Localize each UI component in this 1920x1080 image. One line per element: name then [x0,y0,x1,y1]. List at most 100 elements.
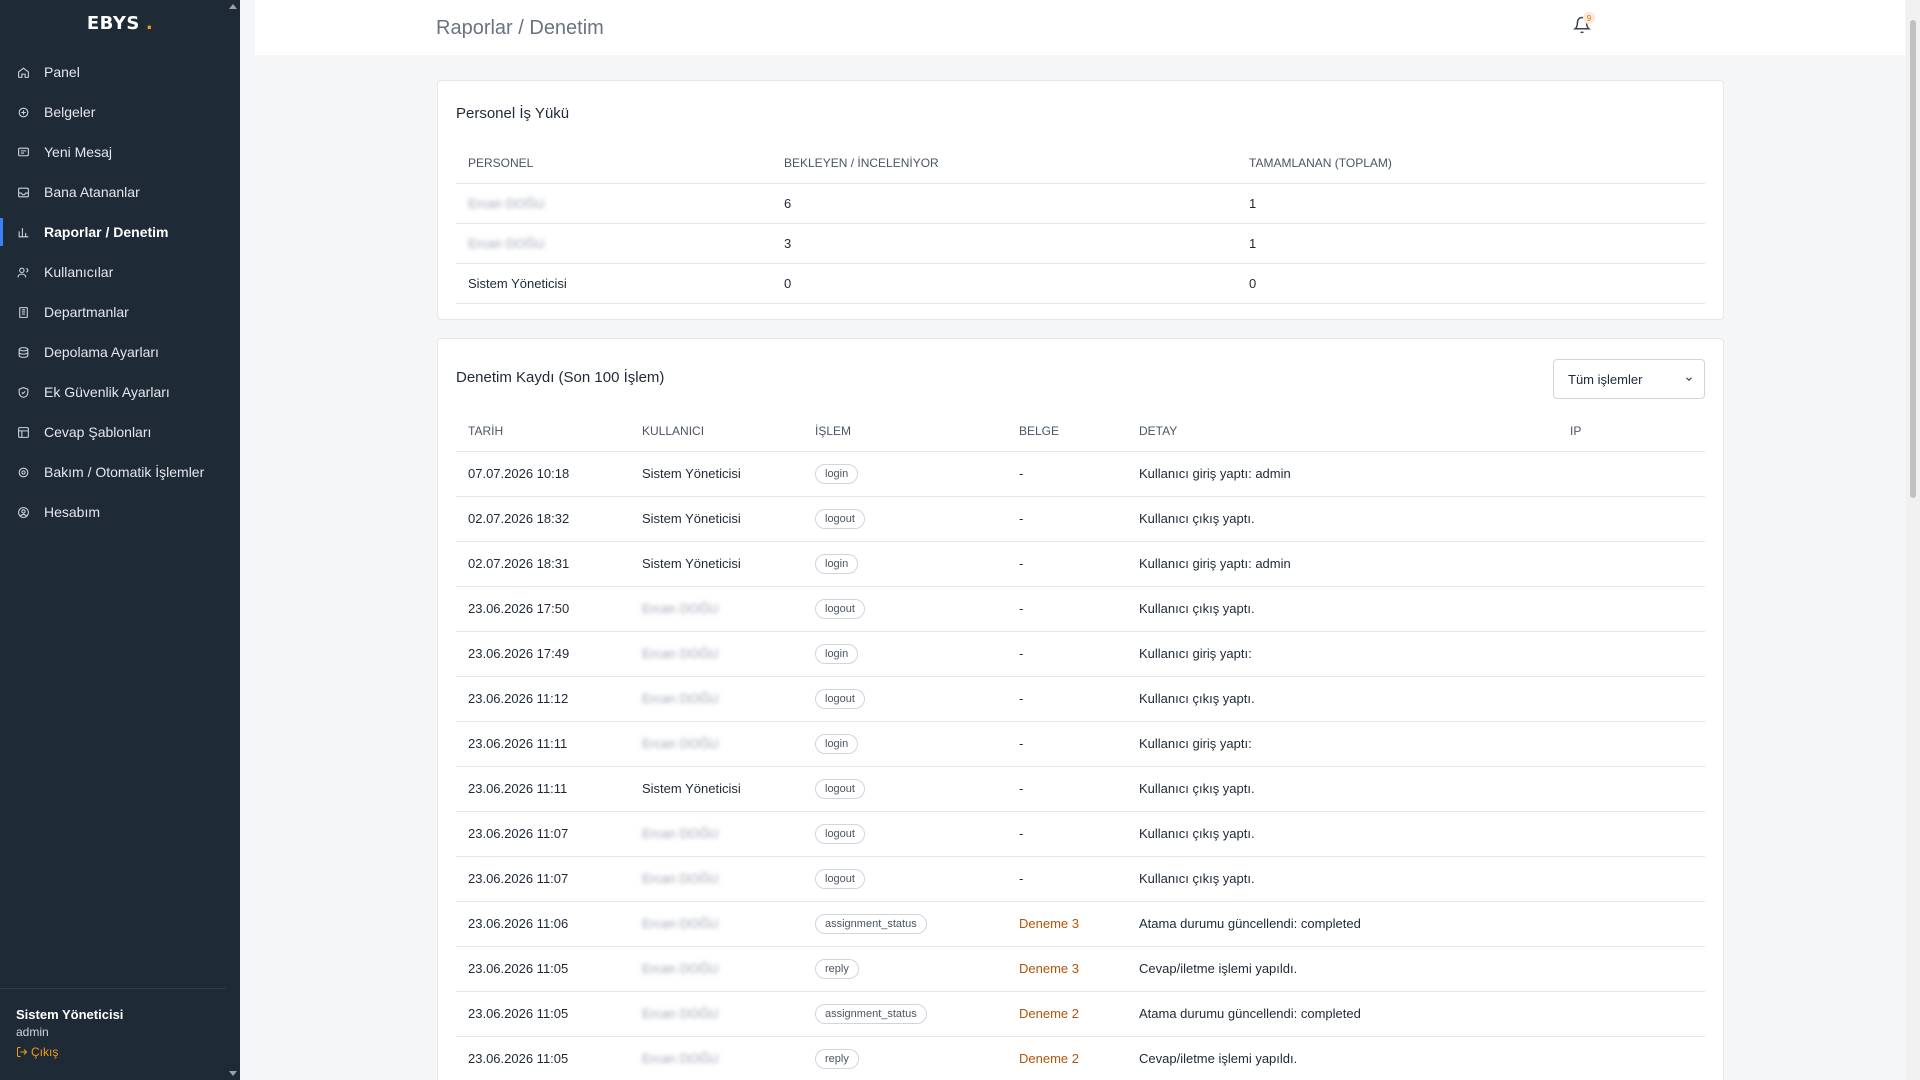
scroll-down-arrow-icon[interactable] [229,1071,237,1076]
audit-action-cell: assignment_status [803,991,1007,1037]
sidebar-item-hesabım[interactable]: Hesabım [0,492,240,532]
workload-personnel: Sistem Yöneticisi [456,263,772,304]
audit-action-cell: assignment_status [803,901,1007,947]
action-badge: login [815,553,859,574]
workload-pending: 0 [772,263,1237,304]
audit-user: Ercan DOĞU [642,736,719,751]
workload-row: Sistem Yöneticisi 0 0 [456,263,1705,304]
audit-row: 23.06.2026 11:07 Ercan DOĞU logout - Kullanı… [456,856,1705,902]
sidebar-item-departmanlar[interactable]: Departmanlar [0,292,240,332]
scroll-up-arrow-icon[interactable] [229,4,237,9]
inbox-icon [16,185,30,199]
sidebar-item-bana-atananlar[interactable]: Bana Atananlar [0,172,240,212]
sidebar-item-depolama-ayarları[interactable]: Depolama Ayarları [0,332,240,372]
notification-badge: 9 [1583,12,1595,24]
document-link[interactable]: Deneme 2 [1019,1051,1079,1066]
logout-link[interactable]: Çıkış [16,1045,210,1059]
workload-pending: 6 [772,183,1237,224]
sidebar-item-cevap-şablonları[interactable]: Cevap Şablonları [0,412,240,452]
audit-action-cell: login [803,631,1007,677]
action-badge: logout [815,598,865,619]
audit-action-cell: reply [803,1036,1007,1080]
audit-document-cell: Deneme 2 [1007,991,1127,1037]
sidebar-item-kullanıcılar[interactable]: Kullanıcılar [0,252,240,292]
audit-document-cell: - [1007,496,1127,542]
audit-row: 23.06.2026 11:05 Ercan DOĞU assignment_sta… [456,991,1705,1037]
action-badge: logout [815,508,865,529]
audit-action-cell: reply [803,946,1007,992]
audit-user: Sistem Yöneticisi [642,781,741,796]
workload-personnel: Ercan DOĞU [456,183,772,224]
sidebar-item-bakım-otomatik-i-şlemler[interactable]: Bakım / Otomatik İşlemler [0,452,240,492]
audit-date: 23.06.2026 11:07 [456,811,630,857]
audit-row: 23.06.2026 11:07 Ercan DOĞU logout - Kullanı… [456,811,1705,857]
brand-logo[interactable]: EBYS. [0,0,240,46]
notifications-button[interactable]: 9 [1572,12,1595,38]
action-badge: login [815,463,859,484]
audit-user: Sistem Yöneticisi [642,511,741,526]
audit-user: Sistem Yöneticisi [642,466,741,481]
main-scrollbar[interactable] [1906,0,1920,1080]
audit-ip [1558,631,1705,677]
document-link[interactable]: Deneme 3 [1019,916,1079,931]
action-badge: login [815,643,859,664]
action-badge: reply [815,958,859,979]
col-document: BELGE [1007,411,1127,452]
audit-detail: Kullanıcı çıkış yaptı. [1127,496,1558,542]
sidebar-item-belgeler[interactable]: Belgeler [0,92,240,132]
audit-date: 23.06.2026 11:05 [456,946,630,992]
audit-user: Sistem Yöneticisi [642,556,741,571]
personnel-name: Sistem Yöneticisi [468,275,567,291]
audit-user-cell: Ercan DOĞU [630,586,803,632]
audit-user: Ercan DOĞU [642,871,719,886]
audit-user: Ercan DOĞU [642,826,719,841]
audit-user-cell: Ercan DOĞU [630,856,803,902]
document-value: - [1019,826,1024,841]
audit-row: 23.06.2026 11:05 Ercan DOĞU reply Deneme 3 C… [456,946,1705,992]
workload-header-row: PERSONEL BEKLEYEN / İNCELENİYOR TAMAMLAN… [456,143,1705,184]
audit-document-cell: - [1007,451,1127,497]
audit-document-cell: Deneme 3 [1007,901,1127,947]
audit-row: 23.06.2026 11:06 Ercan DOĞU assignment_sta… [456,901,1705,947]
audit-detail: Atama durumu güncellendi: completed [1127,991,1558,1037]
personnel-name: Ercan DOĞU [468,235,545,251]
main-scrollbar-thumb[interactable] [1910,20,1916,498]
audit-document-cell: - [1007,721,1127,767]
sidebar-item-yeni-mesaj[interactable]: Yeni Mesaj [0,132,240,172]
audit-ip [1558,811,1705,857]
sidebar-item-raporlar-denetim[interactable]: Raporlar / Denetim [0,212,240,252]
audit-user-cell: Sistem Yöneticisi [630,541,803,587]
sidebar-item-panel[interactable]: Panel [0,52,240,92]
audit-detail: Kullanıcı çıkış yaptı. [1127,811,1558,857]
audit-date: 02.07.2026 18:32 [456,496,630,542]
audit-user: Ercan DOĞU [642,646,719,661]
audit-detail: Kullanıcı çıkış yaptı. [1127,856,1558,902]
audit-ip [1558,721,1705,767]
document-value: - [1019,556,1024,571]
document-link[interactable]: Deneme 2 [1019,1006,1079,1021]
col-user: KULLANICI [630,411,803,452]
audit-user-cell: Ercan DOĞU [630,901,803,947]
sidebar-item-label: Panel [44,64,80,80]
sidebar-item-label: Raporlar / Denetim [44,224,169,240]
action-badge: logout [815,868,865,889]
workload-table: PERSONEL BEKLEYEN / İNCELENİYOR TAMAMLAN… [456,143,1705,304]
building-icon [16,305,30,319]
audit-table: TARİH KULLANICI İŞLEM BELGE DETAY IP 07.… [456,411,1705,1080]
audit-row: 23.06.2026 11:05 Ercan DOĞU reply Deneme 2 C… [456,1036,1705,1080]
audit-ip [1558,676,1705,722]
sidebar-item-ek-güvenlik-ayarları[interactable]: Ek Güvenlik Ayarları [0,372,240,412]
audit-ip [1558,586,1705,632]
audit-date: 23.06.2026 11:05 [456,991,630,1037]
document-link[interactable]: Deneme 3 [1019,961,1079,976]
audit-ip [1558,451,1705,497]
audit-action-cell: login [803,541,1007,587]
audit-user-cell: Ercan DOĞU [630,811,803,857]
audit-action-cell: logout [803,811,1007,857]
audit-row: 23.06.2026 17:49 Ercan DOĞU login - Kullanıc… [456,631,1705,677]
audit-date: 23.06.2026 11:05 [456,1036,630,1080]
action-filter-select[interactable]: Tüm işlemler [1553,359,1705,399]
audit-date: 23.06.2026 17:49 [456,631,630,677]
audit-card: Denetim Kaydı (Son 100 İşlem) Tüm işleml… [437,338,1724,1080]
audit-user: Ercan DOĞU [642,916,719,931]
